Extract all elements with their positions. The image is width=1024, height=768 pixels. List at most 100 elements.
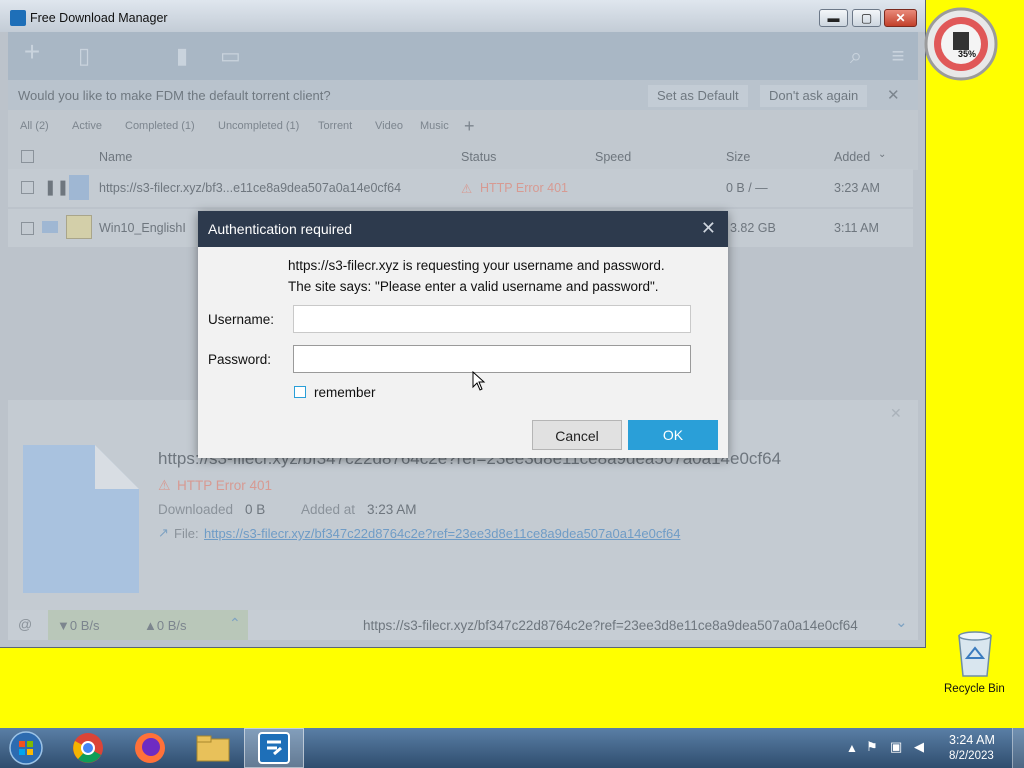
add-download-icon[interactable]: + xyxy=(22,38,42,66)
snail-icon[interactable]: @ xyxy=(18,616,32,632)
explorer-icon[interactable] xyxy=(196,734,230,762)
firefox-icon[interactable] xyxy=(134,732,166,764)
folder-icon[interactable]: ▭ xyxy=(220,45,241,67)
remember-label[interactable]: remember xyxy=(314,385,376,400)
tab-uncompleted[interactable]: Uncompleted (1) xyxy=(218,120,299,132)
maximize-button[interactable]: ▢ xyxy=(852,9,881,27)
ok-button[interactable]: OK xyxy=(628,420,718,450)
title-bar[interactable]: Free Download Manager ▬ ▢ ✕ xyxy=(0,0,925,32)
password-label: Password: xyxy=(208,352,272,367)
details-error-icon: ⚠ xyxy=(158,477,171,493)
dont-ask-button[interactable]: Don't ask again xyxy=(760,85,868,107)
external-link-icon: ↗ xyxy=(158,525,169,540)
list-header: Name Status Speed Size Added ⌄ xyxy=(8,144,918,170)
fdm-app-icon xyxy=(10,10,26,26)
column-size[interactable]: Size xyxy=(726,150,750,164)
details-error: HTTP Error 401 xyxy=(177,478,273,493)
default-client-notice: Would you like to make FDM the default t… xyxy=(8,80,918,110)
downloaded-label: Downloaded xyxy=(158,502,234,517)
username-input[interactable] xyxy=(293,305,691,333)
search-icon[interactable]: ⌕ xyxy=(846,45,866,67)
dialog-close-icon[interactable]: ✕ xyxy=(701,218,716,239)
column-added[interactable]: Added xyxy=(834,150,870,164)
table-row[interactable]: ❚❚ https://s3-filecr.xyz/bf3...e11ce8a9d… xyxy=(8,169,913,207)
downloaded-value: 0 B xyxy=(245,502,266,517)
error-icon: ⚠ xyxy=(461,182,473,196)
sort-chevron-icon: ⌄ xyxy=(878,149,887,160)
status-url: https://s3-filecr.xyz/bf347c22d8764c2e?r… xyxy=(363,618,858,633)
mouse-cursor-icon xyxy=(472,371,486,391)
dialog-title-bar: Authentication required ✕ xyxy=(198,211,728,247)
tab-video[interactable]: Video xyxy=(375,120,403,132)
dialog-title: Authentication required xyxy=(208,221,352,237)
chevron-down-icon[interactable]: ⌄ xyxy=(895,613,908,631)
fdm-taskbar-icon[interactable] xyxy=(258,732,290,764)
download-name: Win10_EnglishI xyxy=(99,221,186,235)
status-bar: @ ▼0 B/s ▲0 B/s ⌃ https://s3-filecr.xyz/… xyxy=(8,610,918,640)
download-added: 3:23 AM xyxy=(834,181,880,195)
tab-active[interactable]: Active xyxy=(72,120,102,132)
tab-completed[interactable]: Completed (1) xyxy=(125,120,195,132)
pause-icon[interactable]: ❚❚ xyxy=(44,178,69,196)
column-status[interactable]: Status xyxy=(461,150,496,164)
added-label: Added at xyxy=(301,502,356,517)
upload-speed: ▲0 B/s xyxy=(144,618,187,633)
password-input[interactable] xyxy=(293,345,691,373)
volume-icon[interactable]: ◀ xyxy=(914,739,924,755)
chrome-icon[interactable] xyxy=(72,732,104,764)
gadget-percent: 35% xyxy=(958,49,977,59)
action-center-icon[interactable]: ⚑ xyxy=(866,739,878,755)
add-tab-icon[interactable]: + xyxy=(464,116,475,137)
file-link[interactable]: https://s3-filecr.xyz/bf347c22d8764c2e?r… xyxy=(204,526,680,541)
tab-all[interactable]: All (2) xyxy=(20,120,49,132)
close-icon: ✕ xyxy=(895,11,906,25)
details-close-icon[interactable]: ✕ xyxy=(890,405,902,422)
column-speed[interactable]: Speed xyxy=(595,150,631,164)
cancel-button[interactable]: Cancel xyxy=(532,420,622,450)
row-checkbox[interactable] xyxy=(21,181,34,194)
network-icon[interactable]: ▣ xyxy=(890,739,902,755)
column-name[interactable]: Name xyxy=(99,150,132,164)
minimize-button[interactable]: ▬ xyxy=(819,9,848,27)
recycle-bin-label[interactable]: Recycle Bin xyxy=(944,683,1005,695)
row-checkbox[interactable] xyxy=(21,222,34,235)
menu-icon[interactable]: ≡ xyxy=(888,45,908,67)
filter-tabs: All (2) Active Completed (1) Uncompleted… xyxy=(8,110,918,144)
auth-dialog: Authentication required ✕ https://s3-fil… xyxy=(198,211,728,458)
select-all-checkbox[interactable] xyxy=(21,150,34,163)
download-added: 3:11 AM xyxy=(834,221,879,235)
notice-close-icon[interactable]: ✕ xyxy=(887,86,900,104)
chevron-up-icon[interactable]: ⌃ xyxy=(229,615,241,632)
tray-expand-icon[interactable]: ▲ xyxy=(846,741,858,755)
large-file-icon xyxy=(23,445,139,593)
notice-text: Would you like to make FDM the default t… xyxy=(18,88,331,103)
delete-icon[interactable]: ▮ xyxy=(172,45,192,67)
show-desktop-button[interactable] xyxy=(1012,728,1024,768)
iso-file-icon xyxy=(66,215,92,239)
tab-torrent[interactable]: Torrent xyxy=(318,120,352,132)
folder-icon[interactable] xyxy=(42,221,58,233)
set-default-button[interactable]: Set as Default xyxy=(648,85,748,107)
start-button-icon[interactable] xyxy=(7,730,45,766)
dialog-message-line2: The site says: "Please enter a valid use… xyxy=(288,279,659,294)
tab-music[interactable]: Music xyxy=(420,120,449,132)
file-icon xyxy=(69,175,89,200)
download-size: 3.82 GB xyxy=(730,221,776,235)
minimize-icon: ▬ xyxy=(827,11,840,25)
clock-date[interactable]: 8/2/2023 xyxy=(949,750,994,762)
added-value: 3:23 AM xyxy=(367,502,417,517)
file-label: File: xyxy=(174,526,199,541)
download-speed: ▼0 B/s xyxy=(57,618,100,633)
username-label: Username: xyxy=(208,312,275,327)
remember-checkbox[interactable] xyxy=(294,386,306,398)
maximize-icon: ▢ xyxy=(860,11,873,25)
dialog-message-line1: https://s3-filecr.xyz is requesting your… xyxy=(288,258,665,273)
download-size: 0 B / — xyxy=(726,181,768,195)
download-name: https://s3-filecr.xyz/bf3...e11ce8a9dea5… xyxy=(99,181,402,195)
download-status: HTTP Error 401 xyxy=(480,181,568,195)
close-button[interactable]: ✕ xyxy=(884,9,917,27)
clock-time[interactable]: 3:24 AM xyxy=(949,733,995,747)
recycle-bin-icon[interactable] xyxy=(955,630,995,678)
start-icon[interactable]: ▯ xyxy=(74,45,94,67)
window-title: Free Download Manager xyxy=(30,11,168,25)
